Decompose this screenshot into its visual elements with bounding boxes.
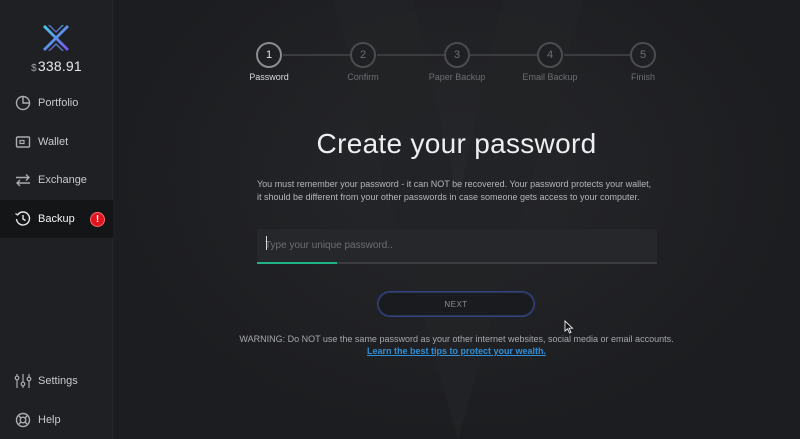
step-4-circle: 4 — [537, 42, 563, 68]
backup-clock-icon — [15, 211, 31, 226]
step-1-circle: 1 — [256, 42, 282, 68]
text-caret — [266, 236, 267, 250]
step-connector — [470, 54, 537, 56]
page-description: You must remember your password - it can… — [257, 179, 652, 202]
step-4-label: Email Backup — [522, 72, 578, 82]
mouse-cursor-icon — [564, 320, 574, 334]
step-5-label: Finish — [630, 72, 655, 82]
step-3-label: Paper Backup — [428, 72, 486, 82]
backup-alert-badge: ! — [90, 212, 105, 227]
sidebar-item-label: Wallet — [38, 136, 69, 148]
backup-steps: 1 2 3 4 5 Password Confirm Paper Backup … — [113, 0, 800, 90]
next-button[interactable]: NEXT — [377, 291, 535, 317]
sidebar-item-label: Exchange — [38, 174, 87, 186]
sidebar-item-label: Backup — [38, 213, 75, 225]
sidebar-item-help[interactable]: Help — [0, 401, 113, 439]
wallet-balance: $338.91 — [0, 58, 113, 74]
page-title: Create your password — [316, 128, 597, 159]
exodus-logo-icon — [43, 25, 69, 51]
lifebuoy-icon — [15, 412, 31, 428]
step-3-circle: 3 — [444, 42, 470, 68]
step-connector — [283, 54, 350, 56]
sidebar-item-settings[interactable]: Settings — [0, 362, 113, 400]
sidebar-item-wallet[interactable]: Wallet — [0, 123, 113, 161]
sidebar-item-backup[interactable]: Backup ! — [0, 200, 113, 238]
password-strength-fill — [257, 262, 337, 264]
sidebar-item-label: Settings — [38, 375, 78, 387]
step-5-circle: 5 — [630, 42, 656, 68]
sidebar-item-label: Portfolio — [38, 97, 79, 109]
step-2-circle: 2 — [350, 42, 376, 68]
pie-chart-icon — [15, 95, 31, 111]
sidebar-item-exchange[interactable]: Exchange — [0, 161, 113, 199]
step-connector — [377, 54, 444, 56]
balance-currency: $ — [31, 63, 37, 74]
sidebar: $338.91 Portfolio Wallet Exchange Backup… — [0, 0, 113, 439]
learn-tips-link[interactable]: Learn the best tips to protect your weal… — [113, 346, 800, 356]
sliders-icon — [14, 374, 32, 388]
exchange-arrows-icon — [16, 174, 30, 187]
wallet-icon — [15, 136, 31, 148]
password-field-container — [257, 229, 657, 262]
warning-text: WARNING: Do NOT use the same password as… — [239, 334, 674, 344]
step-2-label: Confirm — [347, 72, 379, 82]
balance-amount: 338.91 — [37, 58, 82, 74]
step-connector — [564, 54, 630, 56]
sidebar-item-portfolio[interactable]: Portfolio — [0, 84, 113, 122]
main-panel: 1 2 3 4 5 Password Confirm Paper Backup … — [113, 0, 800, 439]
step-1-label: Password — [249, 72, 289, 82]
password-input[interactable] — [265, 236, 645, 254]
sidebar-item-label: Help — [38, 414, 61, 426]
password-strength-bar — [257, 262, 657, 264]
app-window: $338.91 Portfolio Wallet Exchange Backup… — [0, 0, 800, 439]
